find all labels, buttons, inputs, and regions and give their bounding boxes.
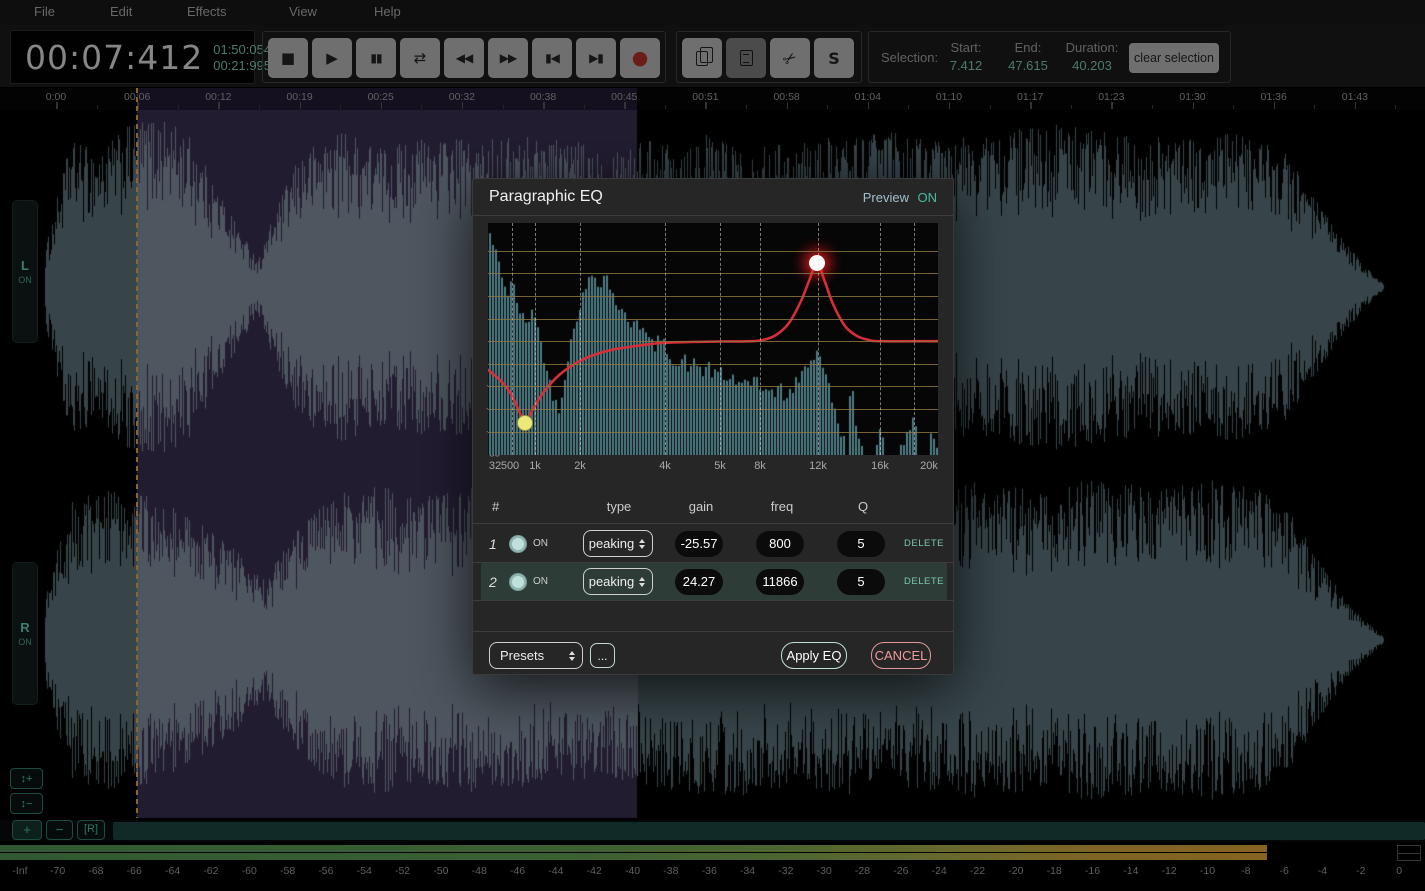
col-type: type [607,499,632,514]
eq-freq-label: 20k [920,460,938,472]
col-num: # [492,499,499,514]
paragraphic-eq-dialog: Paragraphic EQ Preview ON 3528211470-7-1… [472,178,954,675]
eq-band2-handle[interactable] [809,255,825,271]
dropdown-arrows-icon [639,539,645,549]
dropdown-arrows-icon [569,651,575,661]
eq-freq-label: 8k [754,460,766,472]
eq-gridline-vertical [818,223,819,455]
eq-gridline-horizontal [488,296,938,297]
eq-gridline-vertical [720,223,721,455]
band-gain-input[interactable] [675,531,723,557]
band-q-input[interactable] [837,569,885,595]
dropdown-arrows-icon [639,577,645,587]
eq-gridline-vertical [580,223,581,455]
band-type-select[interactable]: peaking [583,530,653,557]
eq-gridline-horizontal [488,319,938,320]
band-freq-input[interactable] [756,531,804,557]
eq-gridline-horizontal [488,386,938,387]
eq-gridline-vertical [914,223,915,455]
band-freq-input[interactable] [756,569,804,595]
eq-freq-label: 2k [574,460,586,472]
eq-dialog-titlebar: Paragraphic EQ Preview ON [473,179,953,216]
presets-more-button[interactable]: ... [590,643,615,668]
eq-preview-label[interactable]: Preview [863,190,909,205]
eq-dialog-footer: Presets ... Apply EQ CANCEL [473,631,953,676]
band-gain-input[interactable] [675,569,723,595]
band-delete-button[interactable]: DELETE [904,538,944,549]
eq-band-row-2: 2 ON peaking DELETE [481,563,947,600]
band-on-label: ON [533,576,548,587]
eq-preview-toggle[interactable]: ON [918,190,938,205]
eq-freq-label: 32 [489,460,501,472]
band-number: 2 [489,574,509,590]
eq-freq-label: 500 [501,460,519,472]
eq-gridline-horizontal [488,409,938,410]
eq-freq-label: 5k [714,460,726,472]
cancel-button[interactable]: CANCEL [871,642,931,669]
eq-gridline-vertical [880,223,881,455]
presets-dropdown[interactable]: Presets [489,642,583,669]
col-gain: gain [689,499,714,514]
eq-freq-label: 1k [529,460,541,472]
band-type-value: peaking [584,574,639,589]
eq-freq-label: 16k [871,460,889,472]
eq-gridline-vertical [760,223,761,455]
eq-gridline-horizontal [488,341,938,342]
eq-table-header: # type gain freq Q [473,499,953,521]
band-enable-toggle[interactable] [509,573,527,591]
eq-band-row-1: 1 ON peaking DELETE [481,525,947,562]
band-delete-button[interactable]: DELETE [904,576,944,587]
eq-band1-handle[interactable] [517,415,533,431]
band-type-select[interactable]: peaking [583,568,653,595]
band-q-input[interactable] [837,531,885,557]
col-freq: freq [771,499,793,514]
apply-eq-button[interactable]: Apply EQ [781,642,847,669]
band-number: 1 [489,536,509,552]
audio-editor-app: FileEditEffectsViewHelp 00:07:412 01:50:… [0,0,1425,891]
eq-gridline-horizontal [488,432,938,433]
eq-response-curve [488,223,938,455]
eq-gridline-vertical [665,223,666,455]
eq-dialog-title: Paragraphic EQ [489,188,603,206]
eq-freq-label: 4k [659,460,671,472]
band-type-value: peaking [584,536,639,551]
eq-gridline-vertical [535,223,536,455]
band-on-label: ON [533,538,548,549]
col-q: Q [858,499,868,514]
eq-gridline-horizontal [488,251,938,252]
eq-gridline-horizontal [488,273,938,274]
eq-freq-label: 12k [809,460,827,472]
eq-gridline-horizontal [488,364,938,365]
eq-frequency-plot[interactable] [488,223,938,455]
band-enable-toggle[interactable] [509,535,527,553]
eq-gridline-vertical [512,223,513,455]
